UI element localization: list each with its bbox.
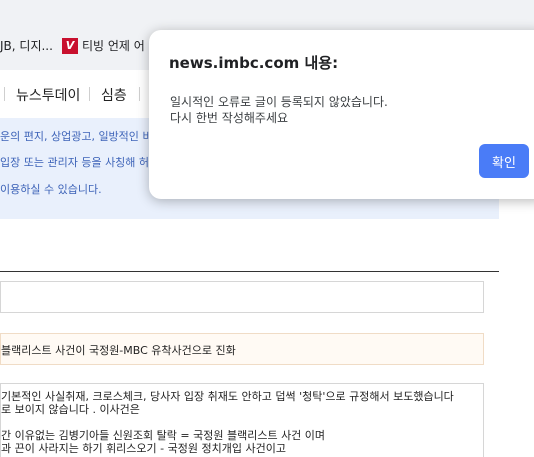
alert-dialog: news.imbc.com 내용: 일시적인 오류로 글이 등록되지 않았습니다…	[149, 30, 534, 199]
dialog-title: news.imbc.com 내용:	[169, 54, 339, 72]
tving-logo-icon: V	[62, 37, 78, 54]
bookmark-label: 티빙 언제 어	[82, 39, 145, 53]
nav-divider	[4, 87, 5, 101]
body-line: 로 보이지 않습니다 . 이사건은	[1, 403, 140, 416]
ok-button[interactable]: 확인	[479, 144, 529, 178]
nav-item-newstoday[interactable]: 뉴스투데이	[16, 85, 80, 105]
body-line: 기본적인 사실취재, 크로스체크, 당사자 입장 취재도 안하고 덥썩 '청탁'…	[1, 390, 454, 403]
bookmark-label: JB, 디지...	[0, 39, 53, 53]
body-line	[1, 416, 483, 429]
nav-divider	[89, 87, 90, 101]
body-textarea[interactable]: 기본적인 사실취재, 크로스체크, 당사자 입장 취재도 안하고 덥썩 '청탁'…	[0, 383, 484, 457]
form-divider	[0, 271, 499, 272]
nav-divider	[139, 87, 140, 101]
title-field[interactable]: 블랙리스트 사건이 국정원-MBC 유착사건으로 진화	[0, 333, 484, 365]
dialog-message: 일시적인 오류로 글이 등록되지 않았습니다. 다시 한번 작성해주세요	[170, 94, 388, 126]
nav-item-indepth[interactable]: 심층	[101, 85, 127, 105]
dialog-message-line: 일시적인 오류로 글이 등록되지 않았습니다.	[170, 95, 388, 109]
body-line: 간 이유없는 김병기아들 신원조회 탈락 = 국정원 블랙리스트 사건 이며	[1, 429, 326, 442]
bookmark-item[interactable]: JB, 디지...	[0, 37, 53, 54]
notice-line: 입장 또는 관리자 등을 사칭해 허위	[0, 156, 160, 169]
dialog-message-line: 다시 한번 작성해주세요	[170, 111, 289, 125]
body-line: 과 끈이 사라지는 하기 휘리스오기 - 국정원 정치개입 사건이고	[1, 442, 286, 455]
author-input[interactable]	[0, 281, 484, 313]
notice-line: 이용하실 수 있습니다.	[0, 183, 102, 196]
bookmark-item-tving[interactable]: V 티빙 언제 어	[62, 37, 145, 54]
notice-line: 운의 편지, 상업광고, 일방적인 비방	[0, 130, 163, 143]
